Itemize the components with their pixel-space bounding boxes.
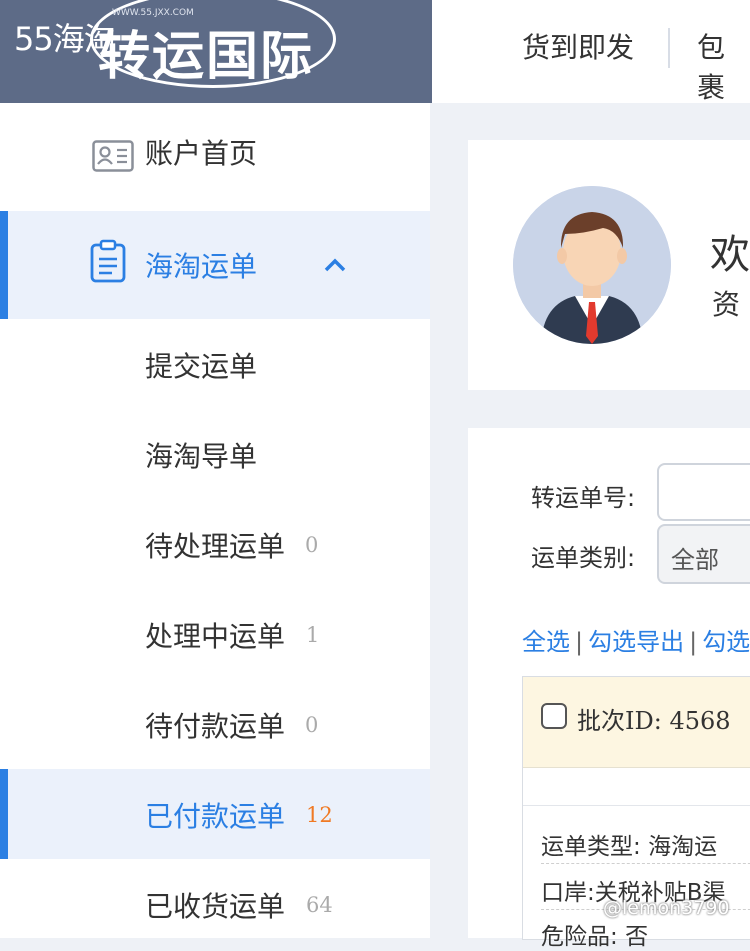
watermark: @lemon3790 [603,897,730,919]
avatar [513,186,671,344]
batch-id-text: 批次ID: 4568 [577,701,731,736]
selected-action-link[interactable]: 勾选 [702,628,750,656]
welcome-title: 欢 [710,232,750,278]
sidebar-item-label: 处理中运单 [145,620,286,653]
sidebar-item-import-order[interactable]: 海淘导单 [0,409,430,499]
welcome-subtitle: 资 [712,288,741,321]
nav-divider [668,28,670,68]
port-label: 口岸: [541,880,595,906]
batch-id-label: 批次ID: [577,707,662,735]
sidebar-item-paid-orders[interactable]: 已付款运单 12 [0,769,430,859]
order-count-badge: 1 [306,623,320,647]
transfer-no-label: 转运单号: [531,484,636,512]
link-separator: | [575,628,584,656]
order-batch-header: 批次ID: 4568 [523,677,750,768]
sidebar-item-haitao-orders[interactable]: 海淘运单 [0,211,430,319]
clipboard-icon [90,239,126,283]
action-links: 全选 | 勾选导出 | 勾选 [522,622,750,657]
sidebar-item-label: 待付款运单 [145,710,286,743]
order-type-select[interactable]: 全部 [657,524,750,584]
nav-item-package[interactable]: 包裹 [697,26,750,106]
batch-checkbox[interactable] [541,703,567,729]
export-selected-link[interactable]: 勾选导出 [588,628,684,656]
dangerous-goods-label: 危险品: [541,924,618,950]
divider [523,805,750,806]
logo-name: 转运国际 [98,27,315,87]
transfer-no-input[interactable] [657,463,750,521]
sidebar-item-processing-orders[interactable]: 处理中运单 1 [0,589,430,679]
sidebar: 账户首页 海淘运单 提交运单 海淘导单 待处理运单 0 处理中运单 1 待付款运… [0,103,430,938]
order-type-label: 运单类别: [531,544,636,572]
sidebar-item-label: 已付款运单 [145,800,286,833]
sidebar-item-label: 已收货运单 [145,890,286,923]
active-indicator [0,211,8,319]
order-count-badge: 12 [306,803,333,827]
order-count-badge: 0 [305,713,319,737]
sidebar-item-received-orders[interactable]: 已收货运单 64 [0,859,430,949]
order-type-detail-value: 海淘运 [648,834,718,860]
logo-site-tag: 55海淘 [14,20,116,58]
sidebar-item-pending-orders[interactable]: 待处理运单 0 [0,499,430,589]
dangerous-goods-detail: 危险品: 否 [541,917,648,951]
user-avatar-icon [513,186,671,344]
sidebar-item-label: 待处理运单 [145,530,286,563]
sidebar-item-submit-order[interactable]: 提交运单 [0,319,430,409]
select-all-link[interactable]: 全选 [522,628,570,656]
id-card-icon [92,140,134,172]
active-indicator [0,769,8,859]
sidebar-item-account-home[interactable]: 账户首页 [0,106,430,196]
divider [541,863,750,864]
batch-id-value: 4568 [669,707,731,735]
sidebar-item-label: 提交运单 [145,350,258,383]
order-count-badge: 64 [306,893,333,917]
chevron-up-icon[interactable] [323,257,347,273]
sidebar-item-label: 账户首页 [145,137,258,170]
order-type-detail-label: 运单类型: [541,834,641,860]
dangerous-goods-value: 否 [625,924,649,950]
nav-item-deliver[interactable]: 货到即发 [522,26,634,66]
order-type-detail: 运单类型: 海淘运 [541,827,717,861]
sidebar-item-label: 海淘运单 [145,250,258,283]
link-separator: | [689,628,698,656]
order-count-badge: 0 [305,533,319,557]
sidebar-item-unpaid-orders[interactable]: 待付款运单 0 [0,679,430,769]
sidebar-item-label: 海淘导单 [145,440,258,473]
order-type-value: 全部 [671,546,719,574]
logo-bar: WWW.55.JXX.COM 转运国际 55海淘 [0,0,432,103]
